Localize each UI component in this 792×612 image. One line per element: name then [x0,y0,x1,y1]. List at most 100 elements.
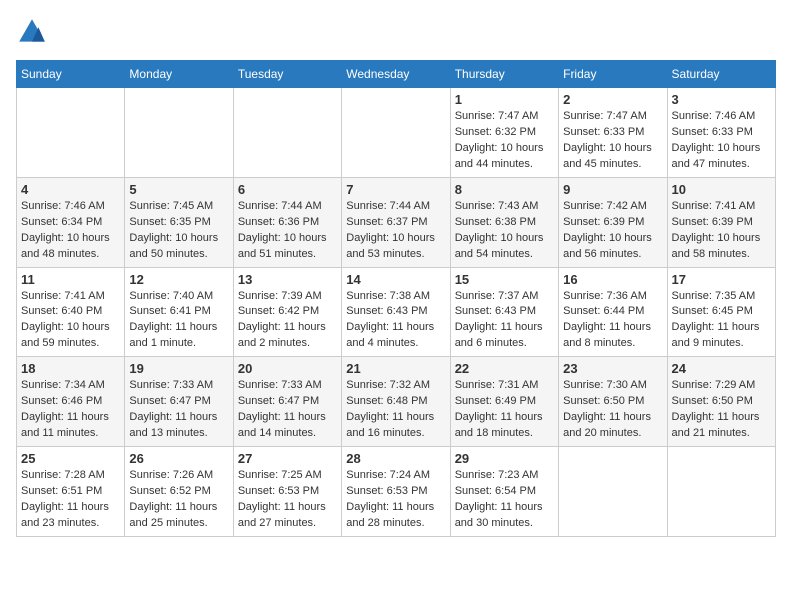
weekday-header-tuesday: Tuesday [233,61,341,88]
day-info-line: and 50 minutes. [129,248,207,260]
weekday-header-friday: Friday [559,61,667,88]
day-info-line: Daylight: 11 hours [129,321,217,333]
day-info-line: Sunset: 6:46 PM [21,395,102,407]
day-info-line: Daylight: 10 hours [563,142,652,154]
day-info-line: Sunrise: 7:34 AM [21,379,105,391]
day-info-line: Sunset: 6:39 PM [563,216,644,228]
day-number: 19 [129,361,228,376]
day-info-line: Sunrise: 7:32 AM [346,379,430,391]
day-info-line: Daylight: 11 hours [563,411,651,423]
day-info-line: and 23 minutes. [21,517,99,529]
day-info-line: Sunset: 6:37 PM [346,216,427,228]
day-number: 5 [129,182,228,197]
calendar-cell: 16Sunrise: 7:36 AMSunset: 6:44 PMDayligh… [559,267,667,357]
calendar-cell: 5 Sunrise: 7:45 AMSunset: 6:35 PMDaylight… [125,177,233,267]
day-number: 13 [238,272,337,287]
calendar-cell: 20 Sunrise: 7:33 AMSunset: 6:47 PMDayligh… [233,357,341,447]
day-info-line: and 25 minutes. [129,517,207,529]
calendar-cell: 19Sunrise: 7:33 AMSunset: 6:47 PMDayligh… [125,357,233,447]
day-number: 28 [346,451,445,466]
day-info-line: Daylight: 11 hours [455,411,543,423]
weekday-header-wednesday: Wednesday [342,61,450,88]
day-info-line: Daylight: 10 hours [455,142,544,154]
day-number: 20 [238,361,337,376]
day-info-line: and 9 minutes. [672,337,744,349]
day-info-line: and 27 minutes. [238,517,316,529]
day-info-line: Sunrise: 7:38 AM [346,290,430,302]
calendar-cell: 29Sunrise: 7:23 AMSunset: 6:54 PMDayligh… [450,447,558,537]
day-info-line: Daylight: 11 hours [346,501,434,513]
day-info-line: and 58 minutes. [672,248,750,260]
logo [16,16,52,48]
calendar-cell: 4Sunrise: 7:46 AMSunset: 6:34 PMDaylight… [17,177,125,267]
day-number: 23 [563,361,662,376]
day-info-line: Sunset: 6:33 PM [563,126,644,138]
day-info-line: Sunrise: 7:37 AM [455,290,539,302]
day-info: Sunrise: 7:37 AMSunset: 6:43 PMDaylight:… [455,289,554,353]
day-info-line: Sunset: 6:48 PM [346,395,427,407]
day-info-line: Sunset: 6:34 PM [21,216,102,228]
day-info-line: Sunrise: 7:26 AM [129,469,213,481]
day-info-line: Sunrise: 7:47 AM [455,110,539,122]
day-info: Sunrise: 7:32 AM Sunset: 6:48 PM Daylight:… [346,378,445,442]
day-info-line: Daylight: 11 hours [455,501,543,513]
day-info-line: Sunrise: 7:35 AM [672,290,756,302]
day-info-line: Sunset: 6:36 PM [238,216,319,228]
day-info-line: Sunset: 6:33 PM [672,126,753,138]
day-info: Sunrise: 7:45 AMSunset: 6:35 PMDaylight:… [129,199,228,263]
day-info-line: Daylight: 11 hours [238,411,326,423]
day-info: Sunrise: 7:26 AMSunset: 6:52 PMDaylight:… [129,468,228,532]
day-info: Sunrise: 7:39 AMSunset: 6:42 PMDaylight:… [238,289,337,353]
day-info-line: Daylight: 11 hours [672,411,760,423]
day-info-line: Sunrise: 7:46 AM [21,200,105,212]
day-info-line: Sunrise: 7:25 AM [238,469,322,481]
day-info-line: Sunrise: 7:33 AM [238,379,322,391]
day-info-line: Sunset: 6:38 PM [455,216,536,228]
calendar-cell: 23Sunrise: 7:30 AMSunset: 6:50 PMDayligh… [559,357,667,447]
day-info-line: Sunset: 6:53 PM [238,485,319,497]
day-info-line: and 54 minutes. [455,248,533,260]
day-info: Sunrise: 7:33 AMSunset: 6:47 PMDaylight:… [238,378,337,442]
day-number: 25 [21,451,120,466]
day-info-line: Sunrise: 7:33 AM [129,379,213,391]
calendar-cell: 12Sunrise: 7:40 AMSunset: 6:41 PMDayligh… [125,267,233,357]
weekday-header-monday: Monday [125,61,233,88]
day-info-line: Sunrise: 7:40 AM [129,290,213,302]
day-info-line: Daylight: 10 hours [21,232,110,244]
calendar-cell: 22Sunrise: 7:31 AMSunset: 6:49 PMDayligh… [450,357,558,447]
day-info-line: Sunrise: 7:31 AM [455,379,539,391]
day-info-line: and 16 minutes. [346,427,424,439]
day-info-line: Daylight: 10 hours [455,232,544,244]
day-info-line: Sunset: 6:44 PM [563,305,644,317]
calendar-cell: 6Sunrise: 7:44 AMSunset: 6:36 PMDaylight… [233,177,341,267]
day-info-line: Sunset: 6:51 PM [21,485,102,497]
day-info: Sunrise: 7:23 AMSunset: 6:54 PMDaylight:… [455,468,554,532]
calendar-cell: 24Sunrise: 7:29 AMSunset: 6:50 PMDayligh… [667,357,775,447]
day-info-line: Daylight: 10 hours [21,321,110,333]
day-info-line: Sunrise: 7:44 AM [238,200,322,212]
day-info-line: and 11 minutes. [21,427,98,439]
day-info-line: Daylight: 11 hours [238,501,326,513]
day-info: Sunrise: 7:44 AMSunset: 6:36 PMDaylight:… [238,199,337,263]
day-number: 6 [238,182,337,197]
day-info: Sunrise: 7:47 AMSunset: 6:33 PMDaylight:… [563,109,662,173]
day-info-line: Sunset: 6:43 PM [346,305,427,317]
day-info-line: Daylight: 10 hours [672,232,761,244]
day-info-line: Sunset: 6:52 PM [129,485,210,497]
day-number: 9 [563,182,662,197]
week-row-2: 4Sunrise: 7:46 AMSunset: 6:34 PMDaylight… [17,177,776,267]
day-info-line: Daylight: 11 hours [346,411,434,423]
calendar-cell: 26Sunrise: 7:26 AMSunset: 6:52 PMDayligh… [125,447,233,537]
day-number: 12 [129,272,228,287]
day-info-line: and 21 minutes. [672,427,750,439]
day-info-line: Daylight: 11 hours [455,321,543,333]
day-number: 11 [21,272,120,287]
day-info-line: Daylight: 10 hours [129,232,218,244]
calendar-cell [342,88,450,178]
day-info-line: and 13 minutes. [129,427,207,439]
day-info: Sunrise: 7:24 AMSunset: 6:53 PMDaylight:… [346,468,445,532]
day-info: Sunrise: 7:36 AMSunset: 6:44 PMDaylight:… [563,289,662,353]
calendar-cell [233,88,341,178]
calendar-cell: 28 Sunrise: 7:24 AMSunset: 6:53 PMDayligh… [342,447,450,537]
day-info-line: Daylight: 10 hours [563,232,652,244]
